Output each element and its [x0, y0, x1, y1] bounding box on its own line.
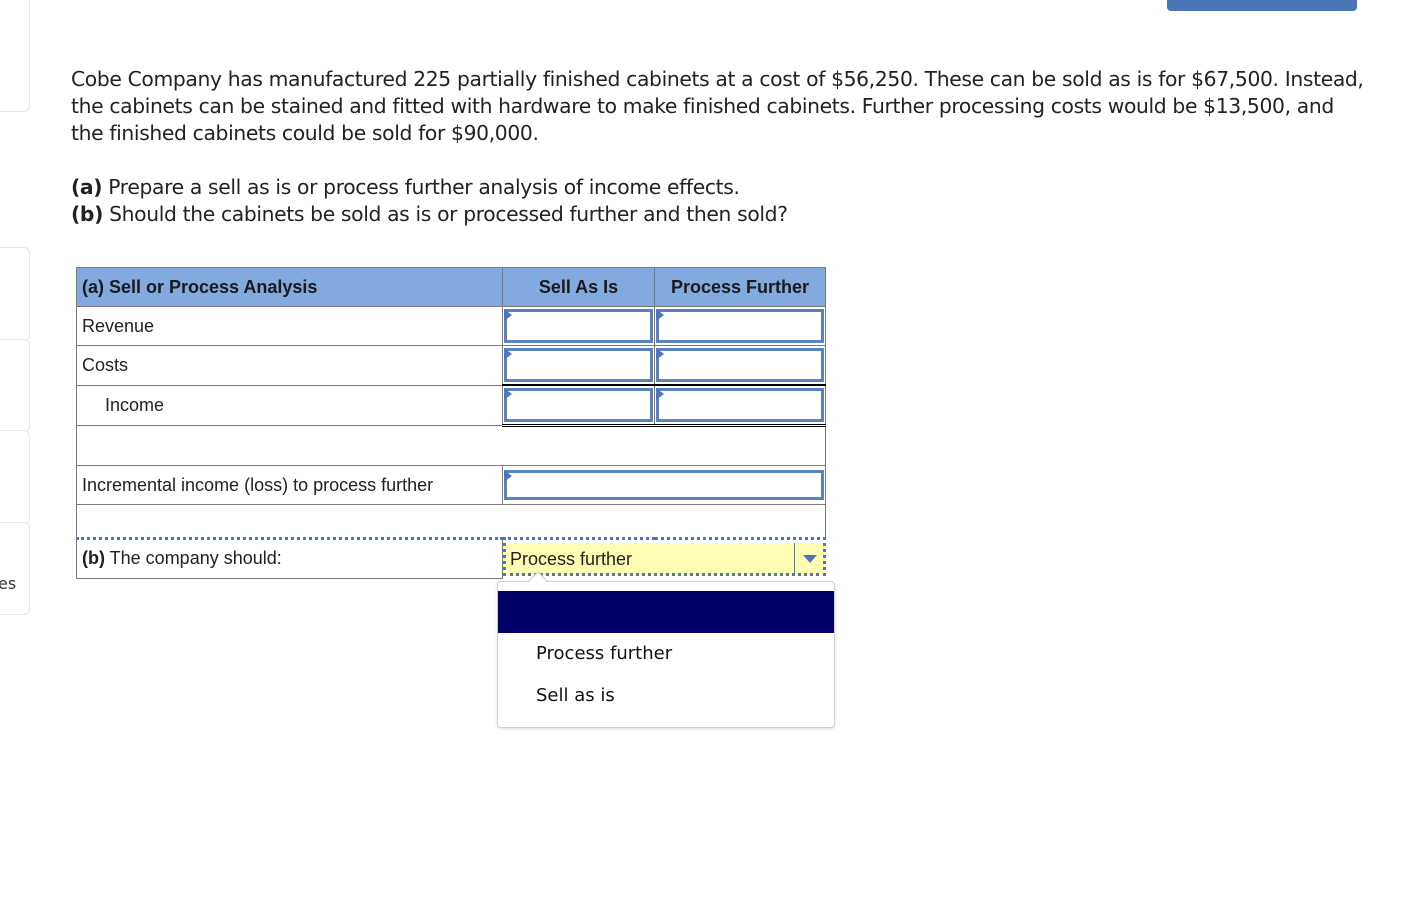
sidebar-card-1[interactable]: [0, 0, 30, 112]
worksheet-title: (a) Sell or Process Analysis: [76, 267, 503, 307]
input-flag-icon: [504, 309, 512, 321]
question-b: (b) Should the cabinets be sold as is or…: [71, 201, 1371, 228]
problem-statement: Cobe Company has manufactured 225 partia…: [71, 66, 1371, 228]
table-row-costs: Costs: [76, 345, 826, 386]
input-flag-icon: [504, 348, 512, 360]
cell-income-sell-as-is: [502, 384, 655, 427]
sidebar-card-3[interactable]: [0, 339, 30, 432]
input-flag-icon: [504, 470, 512, 482]
row-label-revenue: Revenue: [76, 306, 503, 346]
sidebar-card-4[interactable]: [0, 430, 30, 524]
row-label-part-b: (b) The company should:: [76, 537, 503, 579]
sidebar-partial-text: es: [0, 574, 17, 593]
company-should-select[interactable]: Process further: [503, 542, 826, 576]
revenue-sell-as-is-input[interactable]: [504, 309, 653, 343]
dropdown-menu: Process further Sell as is: [497, 581, 835, 728]
part-b-bold-label: (b): [82, 548, 105, 569]
dropdown-option-sell-as-is[interactable]: Sell as is: [536, 685, 615, 706]
question-b-text: Should the cabinets be sold as is or pro…: [103, 202, 788, 226]
spacer-row: [76, 425, 826, 466]
dropdown-option-process-further[interactable]: Process further: [536, 643, 672, 664]
row-label-costs: Costs: [76, 345, 503, 386]
question-a-label: (a): [71, 175, 103, 199]
popup-pointer-inner: [528, 573, 548, 583]
problem-paragraph: Cobe Company has manufactured 225 partia…: [71, 67, 1364, 145]
cell-costs-process-further: [654, 345, 826, 386]
cell-revenue-sell-as-is: [502, 306, 655, 346]
cell-income-process-further: [654, 384, 826, 427]
costs-sell-as-is-input[interactable]: [504, 348, 653, 382]
dropdown-toggle[interactable]: [793, 542, 823, 573]
column-header-sell-as-is: Sell As Is: [502, 267, 655, 307]
table-row-incremental: Incremental income (loss) to process fur…: [76, 465, 826, 505]
spacer-cell: [76, 425, 826, 466]
dropdown-option-blank-highlighted[interactable]: [498, 591, 834, 633]
costs-process-further-input[interactable]: [656, 348, 824, 382]
table-row-income: Income: [76, 384, 826, 427]
table-row-revenue: Revenue: [76, 306, 826, 346]
cell-part-b-select: Process further: [502, 537, 826, 578]
sidebar-card-5[interactable]: [0, 522, 30, 615]
input-flag-icon: [656, 309, 664, 321]
incremental-income-input[interactable]: [504, 470, 824, 500]
row-label-income: Income: [76, 384, 503, 426]
column-header-process-further: Process Further: [654, 267, 826, 307]
input-flag-icon: [656, 388, 664, 400]
chevron-down-icon: [802, 554, 817, 563]
income-process-further-input[interactable]: [656, 388, 824, 422]
part-b-label-text: The company should:: [104, 548, 282, 569]
cell-costs-sell-as-is: [502, 345, 655, 386]
selected-value: Process further: [510, 548, 633, 569]
table-row-part-b: (b) The company should: Process further: [76, 537, 826, 579]
row-label-incremental: Incremental income (loss) to process fur…: [76, 465, 503, 505]
cell-revenue-process-further: [654, 306, 826, 346]
input-flag-icon: [656, 348, 664, 360]
input-flag-icon: [504, 388, 512, 400]
worksheet-header-row: (a) Sell or Process Analysis Sell As Is …: [76, 267, 826, 307]
question-a: (a) Prepare a sell as is or process furt…: [71, 174, 1371, 201]
cell-incremental: [502, 465, 826, 505]
top-action-button[interactable]: [1167, 0, 1357, 11]
spacer-cell-2: [76, 504, 826, 539]
sell-or-process-worksheet: (a) Sell or Process Analysis Sell As Is …: [76, 267, 826, 579]
revenue-process-further-input[interactable]: [656, 309, 824, 343]
sidebar-card-2[interactable]: [0, 247, 30, 341]
question-b-label: (b): [71, 202, 104, 226]
question-a-text: Prepare a sell as is or process further …: [102, 175, 740, 199]
income-sell-as-is-input[interactable]: [504, 388, 653, 422]
spacer-row-2: [76, 504, 826, 539]
